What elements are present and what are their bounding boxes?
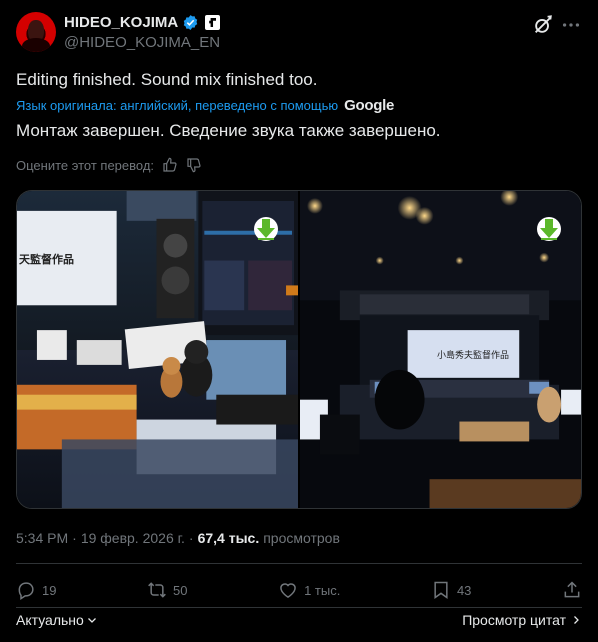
action-bar: 19 50 1 тыс. 43 (16, 578, 582, 602)
reply-count: 19 (42, 582, 57, 598)
like-button[interactable]: 1 тыс. (278, 580, 340, 600)
media-gallery: 天監督作品 小島秀夫監督作品 (16, 190, 582, 509)
affiliation-badge-icon[interactable] (205, 15, 221, 30)
divider (16, 563, 582, 564)
divider (16, 607, 582, 608)
bookmark-count: 43 (456, 582, 472, 598)
tweet-date[interactable]: 19 февр. 2026 г. (81, 530, 185, 546)
view-quotes-link[interactable]: Просмотр цитат (462, 612, 582, 628)
repost-button[interactable]: 50 (147, 580, 188, 600)
left-screen-caption: 天監督作品 (19, 253, 74, 266)
media-photo-editing-room[interactable]: 天監督作品 (17, 191, 298, 508)
author-name[interactable]: HIDEO_KOJIMA (64, 14, 178, 31)
bookmark-button[interactable]: 43 (431, 580, 471, 600)
repost-count: 50 (173, 582, 188, 598)
thumbs-up-icon[interactable] (162, 157, 178, 173)
tweet-text-original: Editing finished. Sound mix finished too… (16, 70, 318, 89)
avatar-shoulders (22, 38, 50, 52)
tweet-time[interactable]: 5:34 PM (16, 530, 68, 546)
grok-icon[interactable] (532, 14, 554, 36)
download-arrow-icon (257, 219, 275, 240)
views-label: просмотров (263, 530, 340, 546)
name-row: HIDEO_KOJIMA (64, 14, 221, 31)
tweet-header: HIDEO_KOJIMA @HIDEO_KOJIMA_EN (16, 12, 582, 56)
reply-button[interactable]: 19 (16, 580, 56, 600)
google-logo: Google (344, 97, 394, 114)
replies-controls: Актуально Просмотр цитат (16, 612, 582, 628)
translation-attribution: Язык оригинала: английский, переведено с… (16, 97, 394, 114)
rate-translation: Оцените этот перевод: (16, 157, 202, 173)
meta-separator: · (72, 530, 77, 546)
download-badge[interactable] (254, 217, 278, 241)
chevron-right-icon (574, 616, 579, 624)
author-handle[interactable]: @HIDEO_KOJIMA_EN (64, 34, 220, 51)
sort-label: Актуально (16, 612, 84, 628)
download-arrow-icon (540, 219, 558, 240)
sort-dropdown[interactable]: Актуально (16, 612, 98, 628)
quotes-label: Просмотр цитат (462, 612, 566, 628)
right-screen-caption: 小島秀夫監督作品 (437, 351, 510, 361)
reply-icon (18, 582, 34, 600)
download-badge[interactable] (537, 217, 561, 241)
rate-prompt: Оцените этот перевод: (16, 157, 155, 173)
tweet-meta: 5:34 PM · 19 февр. 2026 г. · 67,4 тыс. п… (16, 530, 340, 546)
bookmark-icon (434, 581, 448, 599)
verified-badge-icon (183, 15, 198, 30)
tweet-text-translated: Монтаж завершен. Сведение звука также за… (16, 121, 441, 140)
repost-icon (148, 582, 166, 598)
share-button[interactable] (562, 580, 582, 600)
heart-icon (280, 583, 296, 598)
avatar[interactable] (16, 12, 56, 52)
more-options-icon[interactable] (560, 14, 582, 36)
chevron-down-icon (87, 618, 96, 623)
translation-note[interactable]: Язык оригинала: английский, переведено с… (16, 98, 338, 113)
meta-separator: · (188, 530, 194, 546)
media-photo-mixing-stage[interactable]: 小島秀夫監督作品 (300, 191, 581, 508)
like-count: 1 тыс. (304, 582, 341, 598)
views-count: 67,4 тыс. (197, 530, 260, 546)
thumbs-down-icon[interactable] (186, 157, 202, 173)
share-icon (564, 581, 580, 598)
